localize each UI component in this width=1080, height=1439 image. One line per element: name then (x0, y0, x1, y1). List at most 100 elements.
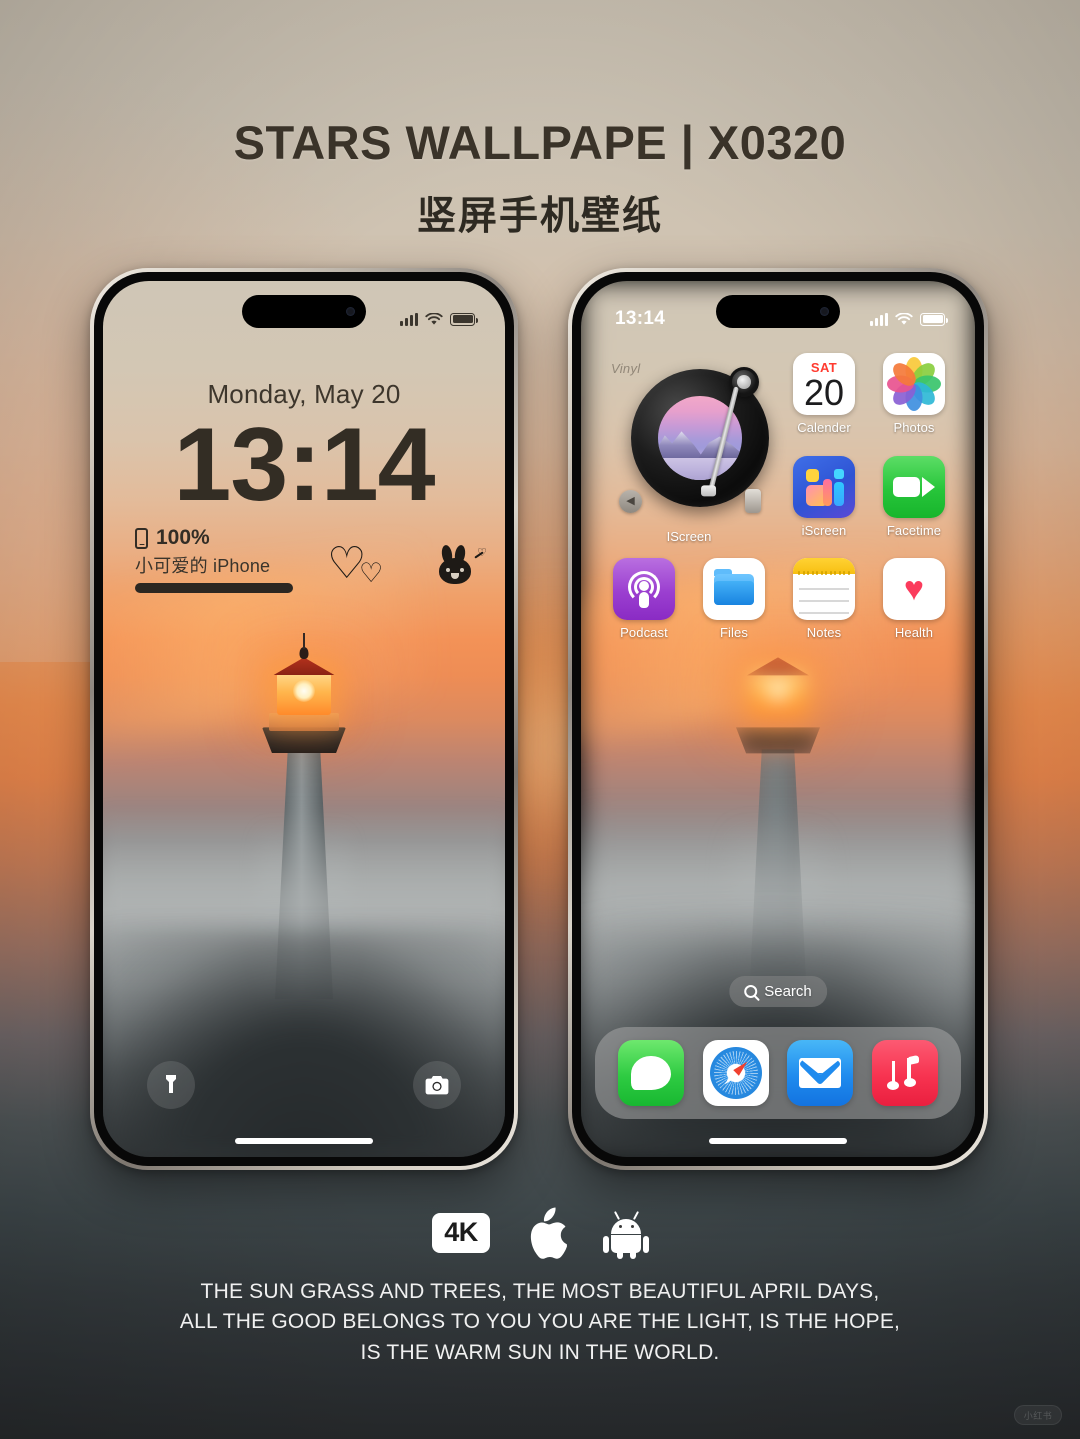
app-iscreen[interactable]: iScreen (783, 455, 865, 545)
page-title: STARS WALLPAPE | X0320 (233, 116, 847, 169)
wallpaper-ground (103, 929, 505, 1157)
battery-percent: 100% (156, 526, 210, 549)
app-label: Health (894, 625, 934, 640)
app-label: Files (720, 625, 748, 640)
header: STARS WALLPAPE | X0320 竖屏手机壁纸 (0, 116, 1080, 241)
vinyl-widget[interactable]: Vinyl ◀ IScreen (603, 353, 775, 544)
badge-4k: 4K (432, 1213, 490, 1253)
bunny-face (439, 558, 471, 584)
watermark-badge: 小红书 (1014, 1405, 1062, 1425)
magnifier-icon (744, 985, 758, 998)
wifi-icon (425, 312, 443, 325)
vinyl-speaker-button[interactable]: ◀ (619, 490, 642, 513)
status-bar-indicators (870, 312, 948, 326)
lighthouse-railing (269, 713, 339, 732)
album-art-mountain-left (658, 431, 704, 459)
caption-line-3: IS THE WARM SUN IN THE WORLD. (360, 1340, 720, 1364)
turntable-graphic: Vinyl ◀ (603, 353, 775, 525)
page-subtitle: 竖屏手机壁纸 (416, 194, 663, 238)
lock-stickers: ♡ ♡ ♡ (327, 526, 487, 590)
phone-mockup-home-screen: 13:14 Vinyl ◀ IScreen SAT 20 Calender Ph… (568, 268, 988, 1170)
iscreen-icon (793, 455, 855, 518)
battery-widget-top: 100% (135, 526, 303, 550)
phone-bezel: 13:14 Vinyl ◀ IScreen SAT 20 Calender Ph… (572, 272, 984, 1166)
bunny-eye-left (446, 568, 450, 572)
cellular-signal-icon (400, 312, 418, 326)
bunny-eye-right (460, 568, 464, 572)
battery-level-bar (135, 583, 293, 593)
dock-mail[interactable] (787, 1040, 854, 1106)
calendar-icon: SAT 20 (793, 353, 855, 415)
app-grid: Vinyl ◀ IScreen SAT 20 Calender Photos i… (603, 353, 955, 640)
lighthouse-lamp (277, 673, 331, 716)
safari-icon (709, 1047, 762, 1099)
lock-widget-row: 100% 小可爱的 iPhone ♡ ♡ ♡ (135, 526, 487, 593)
app-label: Photos (893, 420, 935, 435)
app-calendar[interactable]: SAT 20 Calender (783, 353, 865, 442)
phone-bezel: Monday, May 20 13:14 100% 小可爱的 iPhone ♡ … (94, 272, 514, 1166)
files-icon (703, 558, 765, 620)
battery-icon (450, 312, 478, 326)
vinyl-widget-label: IScreen (666, 529, 712, 544)
app-photos[interactable]: Photos (873, 353, 955, 442)
bunny-sticker: ♡ (433, 544, 487, 588)
dynamic-island (242, 295, 366, 328)
app-facetime[interactable]: Facetime (873, 455, 955, 545)
dock (595, 1027, 961, 1119)
battery-icon (920, 312, 948, 326)
podcast-icon (613, 558, 675, 620)
lock-date: Monday, May 20 (207, 379, 401, 409)
vinyl-slider-control[interactable] (745, 489, 761, 513)
calendar-day-number: 20 (803, 371, 845, 413)
home-screen[interactable]: 13:14 Vinyl ◀ IScreen SAT 20 Calender Ph… (581, 281, 975, 1157)
home-content: Vinyl ◀ IScreen SAT 20 Calender Photos i… (581, 345, 975, 1157)
camera-button[interactable] (413, 1061, 461, 1109)
notes-icon (793, 558, 855, 620)
app-health[interactable]: ♥ Health (873, 558, 955, 640)
album-art-ground (658, 456, 742, 480)
bunny-heart-icon: ♡ (477, 547, 487, 559)
home-indicator[interactable] (235, 1138, 373, 1144)
apple-logo-icon (530, 1207, 567, 1259)
front-camera-icon (820, 307, 829, 316)
platform-badges: 4K (0, 1206, 1080, 1260)
app-podcast[interactable]: Podcast (603, 558, 685, 640)
search-label: Search (764, 983, 812, 1000)
app-label: iScreen (801, 522, 847, 538)
flashlight-icon (166, 1075, 176, 1093)
status-bar-time: 13:14 (615, 308, 666, 329)
dock-music[interactable] (871, 1040, 938, 1106)
front-camera-icon (346, 307, 355, 316)
music-icon (886, 1054, 921, 1090)
battery-widget[interactable]: 100% 小可爱的 iPhone (135, 526, 303, 593)
caption-line-2: ALL THE GOOD BELONGS TO YOU YOU ARE THE … (179, 1310, 901, 1334)
messages-icon (631, 1056, 672, 1090)
dock-safari[interactable] (702, 1040, 769, 1106)
facetime-icon (883, 455, 945, 518)
caption-line-1: THE SUN GRASS AND TREES, THE MOST BEAUTI… (200, 1280, 880, 1303)
app-label: Podcast (620, 625, 668, 640)
phone-battery-icon (135, 527, 148, 549)
app-label: Facetime (886, 522, 942, 538)
phone-mockup-lock-screen: Monday, May 20 13:14 100% 小可爱的 iPhone ♡ … (90, 268, 518, 1170)
lock-screen[interactable]: Monday, May 20 13:14 100% 小可爱的 iPhone ♡ … (103, 281, 505, 1157)
dock-messages[interactable] (618, 1040, 685, 1106)
device-name: 小可爱的 iPhone (135, 556, 271, 576)
lock-clock: 13:14 (173, 407, 436, 523)
app-notes[interactable]: Notes (783, 558, 865, 640)
photos-icon (883, 353, 945, 415)
cellular-signal-icon (870, 312, 888, 326)
app-files[interactable]: Files (693, 558, 775, 640)
health-icon: ♥ (883, 558, 945, 620)
dynamic-island (716, 295, 840, 328)
vinyl-widget-body: Vinyl ◀ IScreen (603, 353, 775, 544)
flashlight-button[interactable] (147, 1061, 195, 1109)
heart-sticker: ♡ ♡ (327, 542, 384, 590)
search-button[interactable]: Search (729, 976, 827, 1007)
heart-small-icon: ♡ (359, 558, 384, 588)
mail-icon (799, 1058, 842, 1088)
home-indicator[interactable] (709, 1138, 847, 1144)
camera-icon (425, 1075, 449, 1094)
vinyl-corner-label: Vinyl (611, 361, 641, 376)
status-bar-indicators (400, 312, 478, 326)
